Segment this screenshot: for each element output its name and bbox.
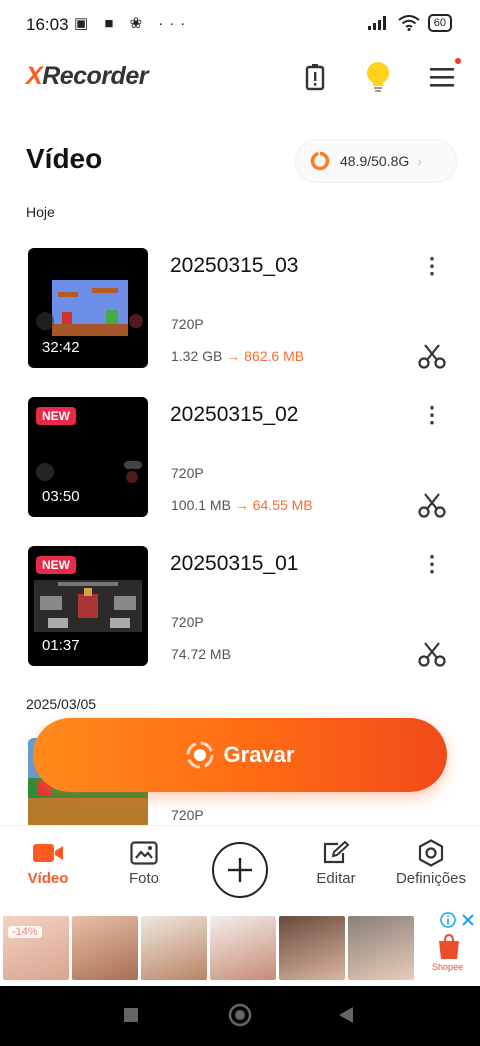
scissors-icon[interactable] bbox=[418, 342, 446, 370]
storage-indicator[interactable]: 48.9/50.8G › bbox=[296, 140, 456, 182]
video-size: 74.72 MB bbox=[171, 646, 231, 662]
ad-brand: Shopee bbox=[432, 962, 464, 972]
ad-product-image[interactable] bbox=[210, 916, 276, 980]
add-button[interactable] bbox=[212, 842, 268, 898]
video-duration: 03:50 bbox=[42, 488, 80, 505]
signal-icon bbox=[367, 16, 386, 30]
home-button[interactable] bbox=[228, 1003, 252, 1027]
settings-icon bbox=[418, 839, 444, 867]
notification-icons: ▣ ■ ❀ ··· bbox=[74, 15, 192, 32]
shopee-bag-icon bbox=[439, 934, 459, 959]
video-thumbnail[interactable]: NEW 01:37 bbox=[28, 546, 148, 666]
record-button[interactable]: Gravar bbox=[33, 718, 447, 792]
video-item[interactable]: NEW 03:50 20250315_02 ⋮ 720P 100.1 MB → … bbox=[0, 397, 480, 519]
wifi-icon bbox=[398, 15, 420, 31]
ad-banner[interactable]: -14% Shopee bbox=[0, 910, 480, 986]
bottom-nav: Vídeo Foto Editar Definições bbox=[0, 825, 480, 910]
section-earlier: 2025/03/05 bbox=[26, 696, 97, 712]
video-size: 1.32 GB → 862.6 MB bbox=[171, 348, 305, 364]
video-name: 20250315_02 bbox=[170, 403, 299, 426]
video-duration: 01:37 bbox=[42, 637, 80, 654]
new-badge: NEW bbox=[36, 556, 76, 574]
photo-icon bbox=[130, 841, 158, 865]
nav-foto-label: Foto bbox=[128, 870, 159, 887]
video-thumbnail[interactable]: NEW 03:50 bbox=[28, 397, 148, 517]
scissors-icon[interactable] bbox=[418, 640, 446, 668]
video-name: 20250315_03 bbox=[170, 254, 299, 277]
battery-alert-icon bbox=[305, 64, 325, 91]
video-resolution: 720P bbox=[171, 316, 204, 332]
ad-product-image[interactable] bbox=[348, 916, 414, 980]
nav-editar-label: Editar bbox=[316, 870, 356, 887]
section-today: Hoje bbox=[26, 204, 55, 220]
nav-editar[interactable]: Editar bbox=[291, 836, 381, 887]
recents-button[interactable] bbox=[124, 1008, 138, 1022]
storage-ring-icon bbox=[310, 151, 330, 171]
new-badge: NEW bbox=[36, 407, 76, 425]
back-button[interactable] bbox=[338, 1006, 354, 1024]
close-icon[interactable] bbox=[461, 913, 475, 927]
discount-badge: -14% bbox=[8, 926, 42, 938]
status-time: 16:03 bbox=[26, 15, 69, 34]
status-bar: 16:03 ▣ ■ ❀ ··· 60 bbox=[0, 0, 480, 50]
hamburger-icon bbox=[430, 68, 454, 87]
status-right: 60 bbox=[367, 14, 452, 32]
more-options-button[interactable]: ⋮ bbox=[421, 402, 443, 427]
battery-icon: 60 bbox=[427, 14, 452, 32]
video-item[interactable]: NEW 01:37 20250315_01 ⋮ 720P 74.72 MB bbox=[0, 546, 480, 668]
nav-foto[interactable]: Foto bbox=[99, 836, 189, 887]
video-camera-icon bbox=[33, 844, 63, 862]
scissors-icon[interactable] bbox=[418, 491, 446, 519]
video-duration: 32:42 bbox=[42, 339, 80, 356]
page-title: Vídeo bbox=[26, 143, 103, 174]
chevron-right-icon: › bbox=[417, 153, 422, 169]
nav-definicoes-label: Definições bbox=[395, 870, 467, 887]
tips-button[interactable] bbox=[361, 60, 395, 94]
nav-video[interactable]: Vídeo bbox=[3, 836, 93, 887]
app-logo: XRecorder bbox=[26, 62, 148, 90]
storage-text: 48.9/50.8G bbox=[340, 153, 410, 169]
video-resolution: 720P bbox=[171, 465, 204, 481]
ad-info-icon[interactable] bbox=[440, 912, 456, 928]
ad-product-image[interactable] bbox=[72, 916, 138, 980]
nav-definicoes[interactable]: Definições bbox=[386, 836, 476, 887]
battery-saver-button[interactable] bbox=[298, 60, 332, 94]
record-label: Gravar bbox=[223, 742, 295, 767]
ad-product-image[interactable] bbox=[279, 916, 345, 980]
more-options-button[interactable]: ⋮ bbox=[421, 253, 443, 278]
more-options-button[interactable]: ⋮ bbox=[421, 551, 443, 576]
lightbulb-icon bbox=[367, 62, 389, 92]
video-thumbnail[interactable]: 32:42 bbox=[28, 248, 148, 368]
video-item[interactable]: 32:42 20250315_03 ⋮ 720P 1.32 GB → 862.6… bbox=[0, 248, 480, 370]
menu-button[interactable] bbox=[425, 60, 459, 94]
notification-dot bbox=[455, 58, 461, 64]
edit-icon bbox=[323, 841, 350, 864]
video-resolution: 720P bbox=[171, 614, 204, 630]
plus-icon bbox=[228, 858, 252, 882]
video-resolution: 720P bbox=[171, 807, 204, 823]
video-size: 100.1 MB → 64.55 MB bbox=[171, 497, 313, 513]
record-icon bbox=[186, 741, 214, 769]
nav-video-label: Vídeo bbox=[27, 870, 69, 887]
video-name: 20250315_01 bbox=[170, 552, 299, 575]
system-nav-bar bbox=[0, 986, 480, 1046]
ad-product-image[interactable] bbox=[141, 916, 207, 980]
